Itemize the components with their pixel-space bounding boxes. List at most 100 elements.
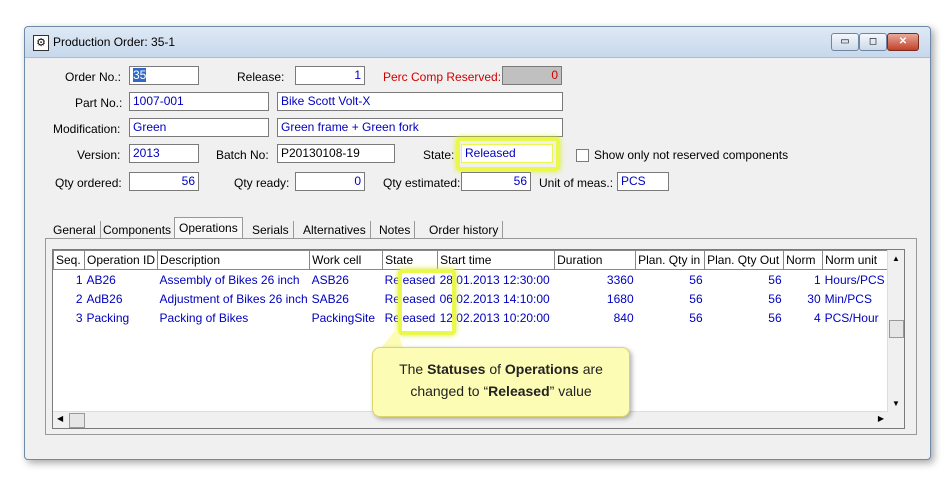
cell-operation-id[interactable]: Packing bbox=[85, 308, 158, 327]
callout-pointer bbox=[381, 328, 403, 348]
cell-seq[interactable]: 2 bbox=[54, 289, 85, 308]
cell-norm-unit[interactable]: Min/PCS bbox=[823, 289, 888, 308]
scroll-left-icon[interactable]: ◀ bbox=[57, 414, 63, 423]
col-plan-qty-in[interactable]: Plan. Qty in bbox=[635, 250, 706, 270]
operations-table: Seq. Operation ID Description Work cell … bbox=[53, 250, 889, 327]
cell-operation-id[interactable]: AdB26 bbox=[85, 289, 158, 308]
cell-plan-qty-out[interactable]: 56 bbox=[705, 289, 784, 308]
batch-no-field[interactable]: P20130108-19 bbox=[277, 144, 395, 163]
cell-duration[interactable]: 3360 bbox=[555, 270, 636, 290]
tab-components[interactable]: Components bbox=[99, 221, 177, 239]
qty-ordered-label: Qty ordered: bbox=[55, 176, 122, 190]
cell-norm[interactable]: 4 bbox=[784, 308, 823, 327]
version-field[interactable]: 2013 bbox=[129, 144, 199, 163]
cell-plan-qty-in[interactable]: 56 bbox=[636, 308, 705, 327]
app-icon: ⚙ bbox=[33, 35, 49, 51]
col-operation-id[interactable]: Operation ID bbox=[83, 250, 159, 270]
col-seq[interactable]: Seq. bbox=[53, 250, 85, 270]
window-title: Production Order: 35-1 bbox=[53, 35, 176, 49]
cell-seq[interactable]: 3 bbox=[54, 308, 85, 327]
cell-plan-qty-in[interactable]: 56 bbox=[636, 289, 705, 308]
tab-notes[interactable]: Notes bbox=[375, 221, 416, 239]
tab-serials[interactable]: Serials bbox=[248, 221, 294, 239]
part-no-field[interactable]: 1007-001 bbox=[129, 92, 269, 111]
scroll-up-icon[interactable]: ▲ bbox=[892, 254, 900, 263]
table-header-row: Seq. Operation ID Description Work cell … bbox=[53, 250, 889, 270]
scroll-right-icon[interactable]: ▶ bbox=[878, 414, 884, 423]
state-label: State: bbox=[423, 148, 455, 162]
modification-field[interactable]: Green bbox=[129, 118, 269, 137]
cell-description[interactable]: Adjustment of Bikes 26 inch bbox=[158, 289, 310, 308]
col-start-time[interactable]: Start time bbox=[437, 250, 556, 270]
maximize-button[interactable]: ◻ bbox=[859, 33, 887, 51]
close-button[interactable]: ✕ bbox=[887, 33, 919, 51]
minimize-button[interactable]: ▭ bbox=[831, 33, 859, 51]
cell-seq[interactable]: 1 bbox=[54, 270, 85, 290]
col-work-cell[interactable]: Work cell bbox=[309, 250, 384, 270]
perc-comp-reserved-label: Perc Comp Reserved: bbox=[383, 70, 502, 84]
qty-ready-label: Qty ready: bbox=[234, 176, 290, 190]
col-norm[interactable]: Norm bbox=[783, 250, 824, 270]
callout-text: The bbox=[399, 361, 428, 377]
scroll-down-icon[interactable]: ▼ bbox=[892, 399, 900, 408]
cell-duration[interactable]: 1680 bbox=[555, 289, 636, 308]
qty-estimated-field[interactable]: 56 bbox=[461, 172, 531, 191]
table-row[interactable]: 1 AB26 Assembly of Bikes 26 inch ASB26 R… bbox=[54, 270, 888, 290]
qty-estimated-label: Qty estimated: bbox=[383, 176, 461, 190]
vertical-scrollbar[interactable]: ▲ ▼ bbox=[887, 250, 904, 428]
table-row[interactable]: 2 AdB26 Adjustment of Bikes 26 inch SAB2… bbox=[54, 289, 888, 308]
cell-work-cell[interactable]: ASB26 bbox=[310, 270, 383, 290]
callout-bold: Released bbox=[488, 383, 550, 399]
callout-line-1: The Statuses of Operations are bbox=[373, 361, 629, 377]
show-only-not-reserved-checkbox[interactable] bbox=[576, 149, 589, 162]
cell-plan-qty-out[interactable]: 56 bbox=[705, 308, 784, 327]
table-row[interactable]: 3 Packing Packing of Bikes PackingSite R… bbox=[54, 308, 888, 327]
callout-text: of bbox=[485, 361, 505, 377]
cell-plan-qty-in[interactable]: 56 bbox=[636, 270, 705, 290]
callout-text: changed to “ bbox=[410, 383, 489, 399]
unit-of-measure-label: Unit of meas.: bbox=[539, 176, 614, 190]
tab-operations[interactable]: Operations bbox=[174, 217, 243, 240]
part-description-field[interactable]: Bike Scott Volt-X bbox=[277, 92, 563, 111]
col-duration[interactable]: Duration bbox=[554, 250, 637, 270]
cell-work-cell[interactable]: SAB26 bbox=[310, 289, 383, 308]
tab-general[interactable]: General bbox=[49, 221, 101, 239]
title-bar[interactable]: ⚙ Production Order: 35-1 ▭ ◻ ✕ bbox=[25, 27, 930, 58]
cell-operation-id[interactable]: AB26 bbox=[85, 270, 158, 290]
cell-norm[interactable]: 30 bbox=[784, 289, 823, 308]
unit-of-measure-field[interactable]: PCS bbox=[617, 172, 669, 191]
state-column-highlight bbox=[398, 269, 456, 335]
callout-text: are bbox=[578, 361, 603, 377]
part-no-label: Part No.: bbox=[75, 96, 123, 110]
order-no-value: 35 bbox=[133, 68, 147, 82]
order-no-field[interactable]: 35 bbox=[129, 66, 199, 85]
release-label: Release: bbox=[237, 70, 285, 84]
perc-comp-reserved-field: 0 bbox=[502, 66, 562, 85]
callout-note: The Statuses of Operations are changed t… bbox=[372, 347, 630, 417]
cell-description[interactable]: Packing of Bikes bbox=[158, 308, 310, 327]
qty-ordered-field[interactable]: 56 bbox=[129, 172, 199, 191]
state-field[interactable]: Released bbox=[461, 144, 553, 163]
cell-plan-qty-out[interactable]: 56 bbox=[705, 270, 784, 290]
col-norm-unit[interactable]: Norm unit bbox=[822, 250, 889, 270]
col-state[interactable]: State bbox=[382, 250, 439, 270]
cell-norm[interactable]: 1 bbox=[784, 270, 823, 290]
tab-order-history[interactable]: Order history bbox=[425, 221, 504, 239]
cell-duration[interactable]: 840 bbox=[555, 308, 636, 327]
cell-norm-unit[interactable]: PCS/Hour bbox=[823, 308, 888, 327]
cell-work-cell[interactable]: PackingSite bbox=[310, 308, 383, 327]
batch-no-label: Batch No: bbox=[216, 148, 269, 162]
version-label: Version: bbox=[77, 148, 121, 162]
col-description[interactable]: Description bbox=[157, 250, 311, 270]
cell-description[interactable]: Assembly of Bikes 26 inch bbox=[158, 270, 310, 290]
qty-ready-field[interactable]: 0 bbox=[295, 172, 365, 191]
modification-description-field[interactable]: Green frame + Green fork bbox=[277, 118, 563, 137]
modification-label: Modification: bbox=[53, 122, 121, 136]
horizontal-scroll-thumb[interactable] bbox=[69, 413, 85, 428]
tab-alternatives[interactable]: Alternatives bbox=[299, 221, 371, 239]
cell-norm-unit[interactable]: Hours/PCS bbox=[823, 270, 888, 290]
vertical-scroll-thumb[interactable] bbox=[889, 320, 904, 338]
callout-bold: Operations bbox=[504, 361, 579, 377]
col-plan-qty-out[interactable]: Plan. Qty Out bbox=[704, 250, 785, 270]
release-field[interactable]: 1 bbox=[295, 66, 365, 85]
